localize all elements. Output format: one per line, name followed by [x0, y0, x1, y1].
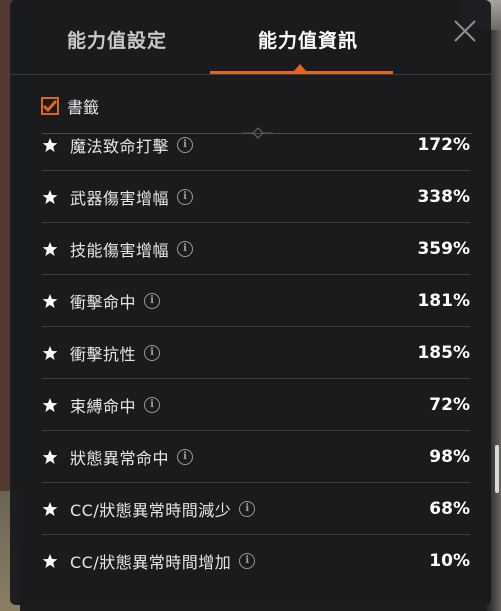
tab-stat-info[interactable]: 能力值資訊 — [218, 24, 398, 58]
stat-row: 技能傷害增幅 i 359% — [42, 223, 470, 275]
stat-row: 魔法致命打擊 i 172% — [42, 134, 470, 171]
info-icon[interactable]: i — [177, 240, 194, 257]
info-icon[interactable]: i — [177, 188, 194, 205]
checkmark-icon — [42, 100, 58, 113]
star-icon — [42, 553, 58, 568]
stat-row: 衝擊命中 i 181% — [42, 275, 470, 327]
stat-value: 98% — [429, 446, 470, 467]
close-icon[interactable] — [451, 17, 479, 45]
tab-stat-settings[interactable]: 能力值設定 — [52, 24, 182, 58]
stat-value: 172% — [417, 134, 470, 155]
star-icon — [42, 345, 58, 360]
info-icon[interactable]: i — [144, 396, 161, 413]
active-tab-indicator — [210, 71, 393, 74]
info-icon[interactable]: i — [239, 552, 256, 569]
bookmark-toggle[interactable]: 書籤 — [41, 94, 99, 118]
stat-value: 10% — [429, 550, 470, 571]
stat-value: 338% — [417, 186, 470, 207]
star-icon — [42, 137, 58, 152]
info-icon[interactable]: i — [239, 500, 256, 517]
stat-label: 狀態異常命中 — [70, 448, 170, 468]
stat-label: 技能傷害增幅 — [70, 240, 170, 260]
stat-row: CC/狀態異常時間減少 i 68% — [42, 483, 470, 535]
star-icon — [42, 241, 58, 256]
stat-value: 68% — [429, 498, 470, 519]
stat-value: 181% — [417, 290, 470, 311]
stat-label: CC/狀態異常時間減少 — [70, 500, 232, 520]
info-icon[interactable]: i — [144, 344, 161, 361]
stat-label: 束縛命中 — [70, 396, 137, 416]
stat-value: 72% — [429, 394, 470, 415]
stat-row: 衝擊抗性 i 185% — [42, 327, 470, 379]
stat-label: 武器傷害增幅 — [70, 188, 170, 208]
active-tab-caret — [294, 64, 306, 71]
stat-value: 359% — [417, 238, 470, 259]
background-scrollbar — [495, 445, 499, 493]
stat-value: 185% — [417, 342, 470, 363]
star-icon — [42, 189, 58, 204]
info-icon[interactable]: i — [177, 448, 194, 465]
star-icon — [42, 397, 58, 412]
info-icon[interactable]: i — [144, 292, 161, 309]
stat-row: 狀態異常命中 i 98% — [42, 431, 470, 483]
star-icon — [42, 449, 58, 464]
stat-list[interactable]: 魔法致命打擊 i 172% 武器傷害增幅 i 338% 技能傷害增幅 i 359% 衝擊命中 i 18… — [10, 134, 491, 584]
stat-row: CC/狀態異常時間增加 i 10% — [42, 535, 470, 584]
info-icon[interactable]: i — [177, 136, 194, 153]
stat-label: CC/狀態異常時間增加 — [70, 552, 232, 572]
star-icon — [42, 501, 58, 516]
star-icon — [42, 293, 58, 308]
stat-label: 衝擊抗性 — [70, 344, 137, 364]
stats-panel: 能力值設定 能力值資訊 書籤 魔法致命打擊 i 172% 武器傷害增幅 i 338% 技能傷… — [10, 0, 491, 605]
stat-label: 衝擊命中 — [70, 292, 137, 312]
bookmark-checkbox[interactable] — [41, 97, 59, 115]
bookmark-label: 書籤 — [67, 98, 100, 117]
stat-row: 束縛命中 i 72% — [42, 379, 470, 431]
stat-label: 魔法致命打擊 — [70, 136, 170, 156]
stat-row: 武器傷害增幅 i 338% — [42, 171, 470, 223]
tab-bar: 能力值設定 能力值資訊 — [10, 0, 491, 75]
